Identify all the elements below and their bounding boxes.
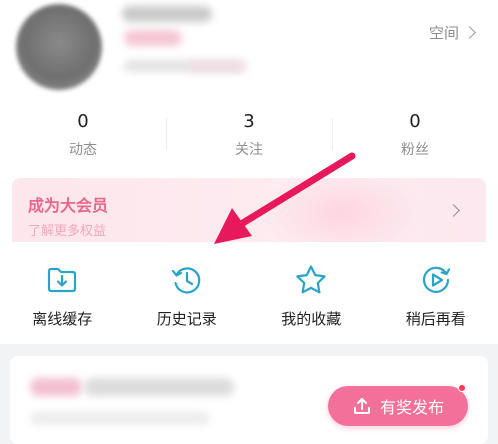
history-clock-icon (169, 262, 205, 298)
action-favorites[interactable]: 我的收藏 (249, 248, 374, 344)
action-watch-later[interactable]: 稍后再看 (374, 248, 498, 344)
vip-decoration (262, 178, 422, 242)
vip-banner-wrap: 成为大会员 了解更多权益 (0, 170, 498, 248)
stat-value: 0 (77, 111, 89, 132)
stat-dynamics[interactable]: 0 动态 (0, 100, 166, 170)
creation-card: 有奖发布 (10, 356, 488, 444)
stat-following[interactable]: 3 关注 (166, 100, 332, 170)
stat-value: 3 (243, 111, 255, 132)
stat-label: 关注 (235, 142, 263, 158)
blurred-card-desc (30, 412, 210, 424)
play-later-icon (418, 262, 454, 298)
chevron-right-icon (463, 26, 476, 39)
blurred-badge (124, 30, 182, 46)
star-icon (293, 262, 329, 298)
action-offline-cache[interactable]: 离线缓存 (0, 248, 125, 344)
space-link[interactable]: 空间 (428, 22, 476, 43)
stat-label: 粉丝 (401, 142, 429, 158)
profile-header: 空间 (0, 0, 498, 100)
vip-subtitle: 了解更多权益 (28, 224, 107, 239)
blurred-card-title (84, 378, 234, 396)
stat-value: 0 (409, 111, 421, 132)
vip-banner[interactable]: 成为大会员 了解更多权益 (12, 178, 486, 242)
stat-followers[interactable]: 0 粉丝 (332, 100, 498, 170)
notification-dot (458, 384, 466, 392)
action-label: 稍后再看 (405, 310, 466, 328)
publish-label: 有奖发布 (379, 398, 444, 417)
action-label: 离线缓存 (32, 310, 93, 328)
blurred-info-tag (190, 62, 246, 72)
publish-button[interactable]: 有奖发布 (328, 384, 468, 426)
stat-label: 动态 (69, 142, 97, 158)
vip-title: 成为大会员 (28, 196, 109, 215)
blurred-card-tag (30, 378, 82, 396)
stats-row: 0 动态 3 关注 0 粉丝 (0, 100, 498, 170)
action-history[interactable]: 历史记录 (125, 248, 250, 344)
blurred-username (122, 6, 212, 22)
space-link-label: 空间 (428, 24, 459, 42)
download-folder-icon (44, 262, 80, 298)
upload-icon (353, 398, 370, 414)
action-label: 历史记录 (156, 310, 217, 328)
chevron-right-icon (447, 204, 460, 217)
quick-actions: 离线缓存 历史记录 我的收藏 稍后再看 (0, 248, 498, 344)
avatar[interactable] (16, 4, 102, 90)
action-label: 我的收藏 (281, 310, 342, 328)
